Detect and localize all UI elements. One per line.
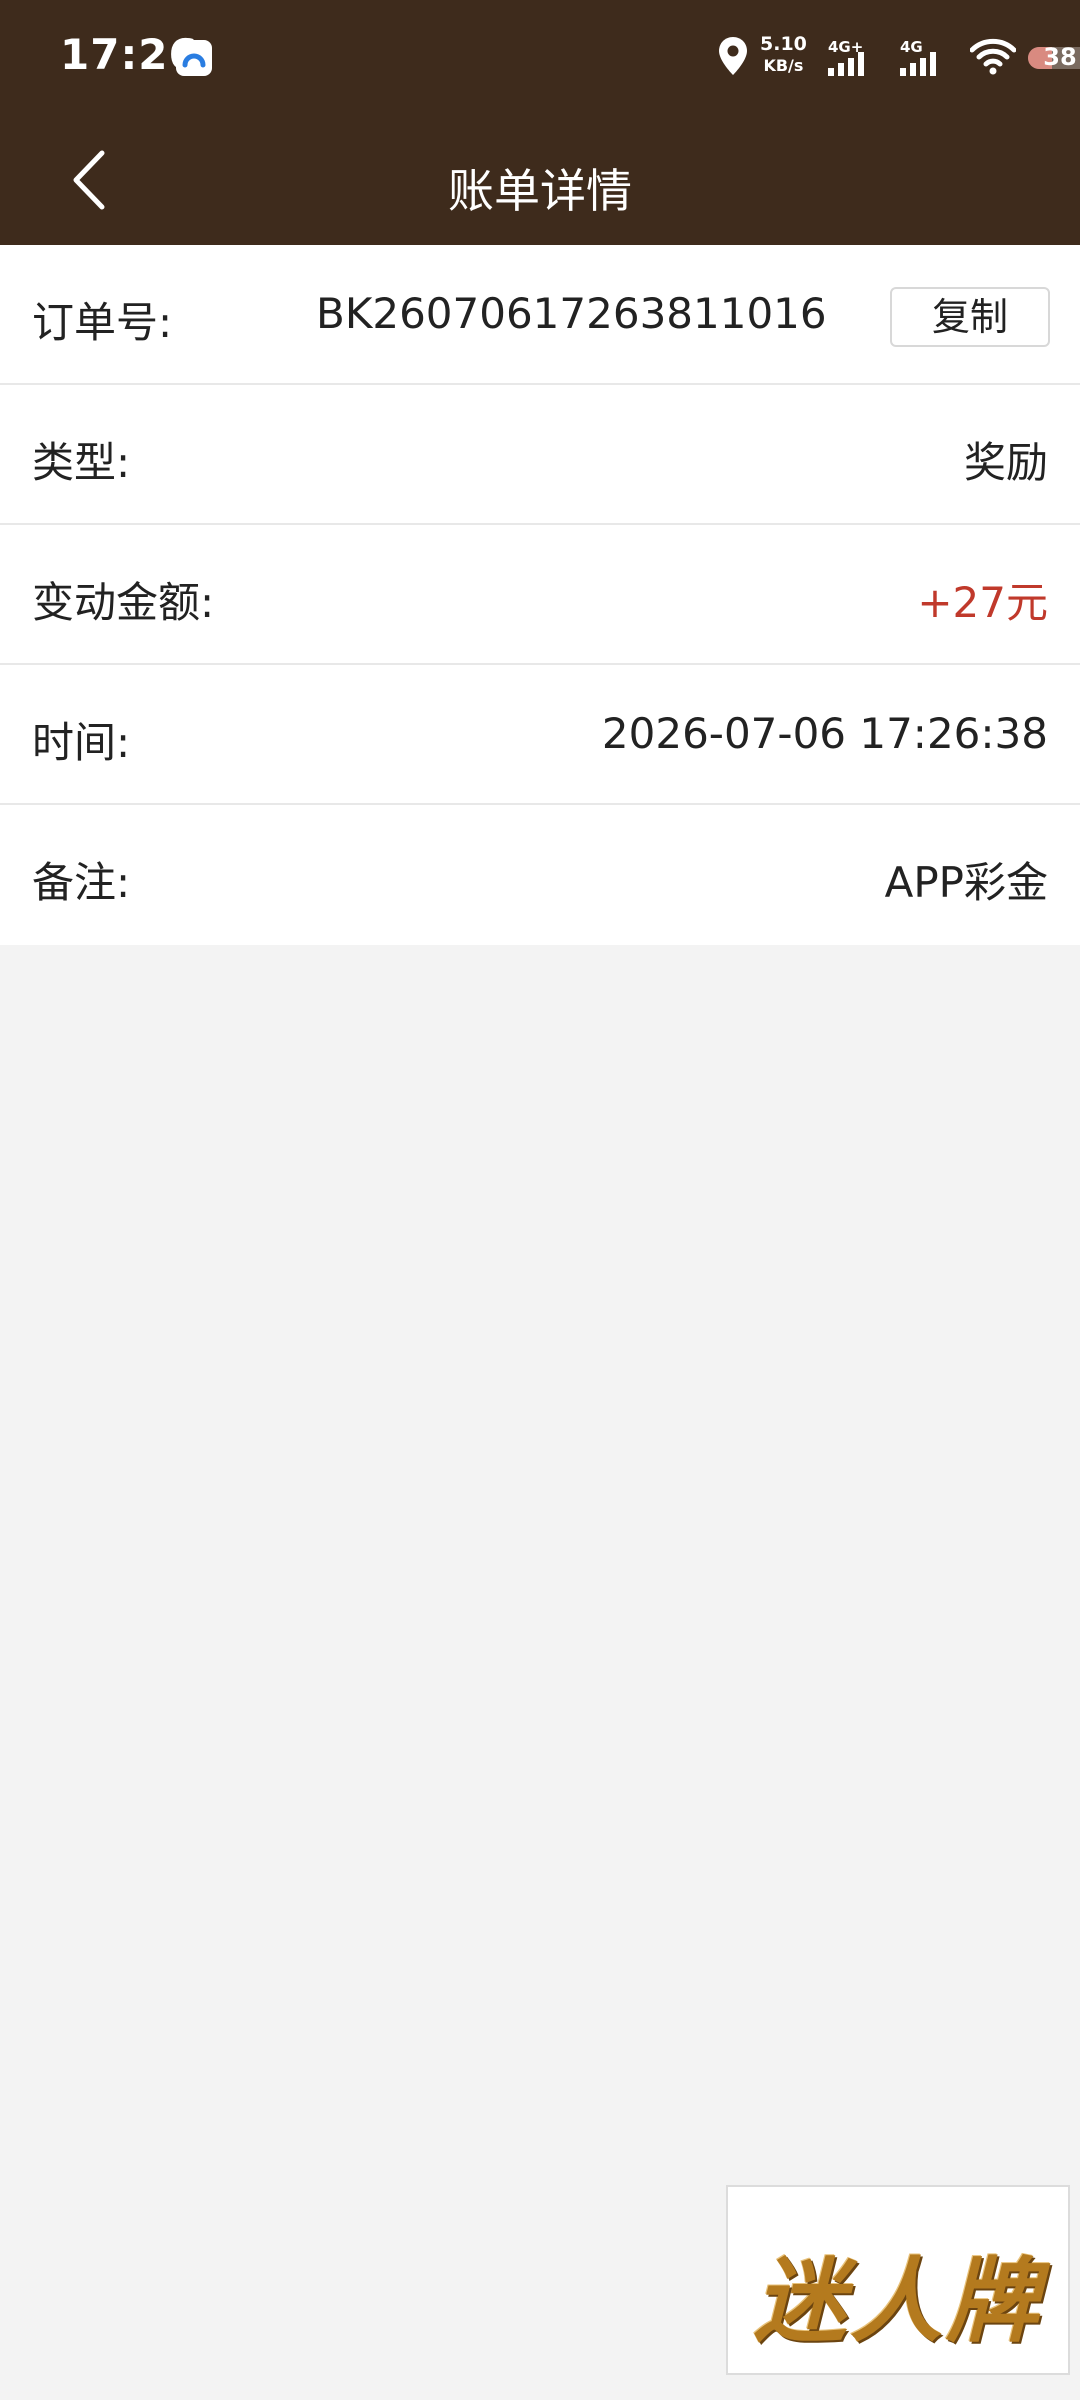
brand-logo-watermark[interactable]: 迷人牌 <box>726 2185 1070 2375</box>
time-label: 时间: <box>32 718 131 767</box>
network-speed: 5.10 KB/s <box>760 34 807 76</box>
page-title: 账单详情 <box>448 164 632 218</box>
navigation-header: 账单详情 <box>0 115 1080 245</box>
detail-row-order: 订单号: BK26070617263811016 复制 <box>0 245 1080 385</box>
network-speed-unit: KB/s <box>763 56 804 75</box>
top-bar: 17:26 5.10 KB/s 4G+ 4G 38 账单详情 <box>0 0 1080 245</box>
signal-1-icon <box>828 52 872 80</box>
amount-value: +27元 <box>917 578 1048 627</box>
status-bar: 17:26 5.10 KB/s 4G+ 4G 38 <box>0 0 1080 115</box>
type-value: 奖励 <box>963 438 1048 487</box>
detail-row-amount: 变动金额: +27元 <box>0 525 1080 665</box>
remark-label: 备注: <box>32 858 131 907</box>
app-notification-icon <box>176 40 212 76</box>
battery-icon: 38 <box>1028 47 1080 69</box>
detail-row-type: 类型: 奖励 <box>0 385 1080 525</box>
remark-value: APP彩金 <box>884 858 1048 907</box>
bill-detail-list: 订单号: BK26070617263811016 复制 类型: 奖励 变动金额:… <box>0 245 1080 945</box>
signal-2-icon <box>900 52 944 80</box>
amount-label: 变动金额: <box>32 578 215 627</box>
copy-button[interactable]: 复制 <box>890 287 1050 347</box>
battery-percent: 38 <box>1043 47 1077 69</box>
wifi-icon <box>969 38 1017 80</box>
brand-logo-text: 迷人牌 <box>753 2247 1042 2355</box>
time-value: 2026-07-06 17:26:38 <box>601 709 1048 758</box>
detail-row-remark: 备注: APP彩金 <box>0 805 1080 945</box>
status-indicators: 5.10 KB/s 4G+ 4G 38 <box>660 0 1080 115</box>
order-number-value: BK26070617263811016 <box>316 289 827 338</box>
location-icon <box>718 36 748 80</box>
type-label: 类型: <box>32 438 131 487</box>
order-number-label: 订单号: <box>32 298 173 347</box>
network-speed-value: 5.10 <box>760 33 807 55</box>
detail-row-time: 时间: 2026-07-06 17:26:38 <box>0 665 1080 805</box>
